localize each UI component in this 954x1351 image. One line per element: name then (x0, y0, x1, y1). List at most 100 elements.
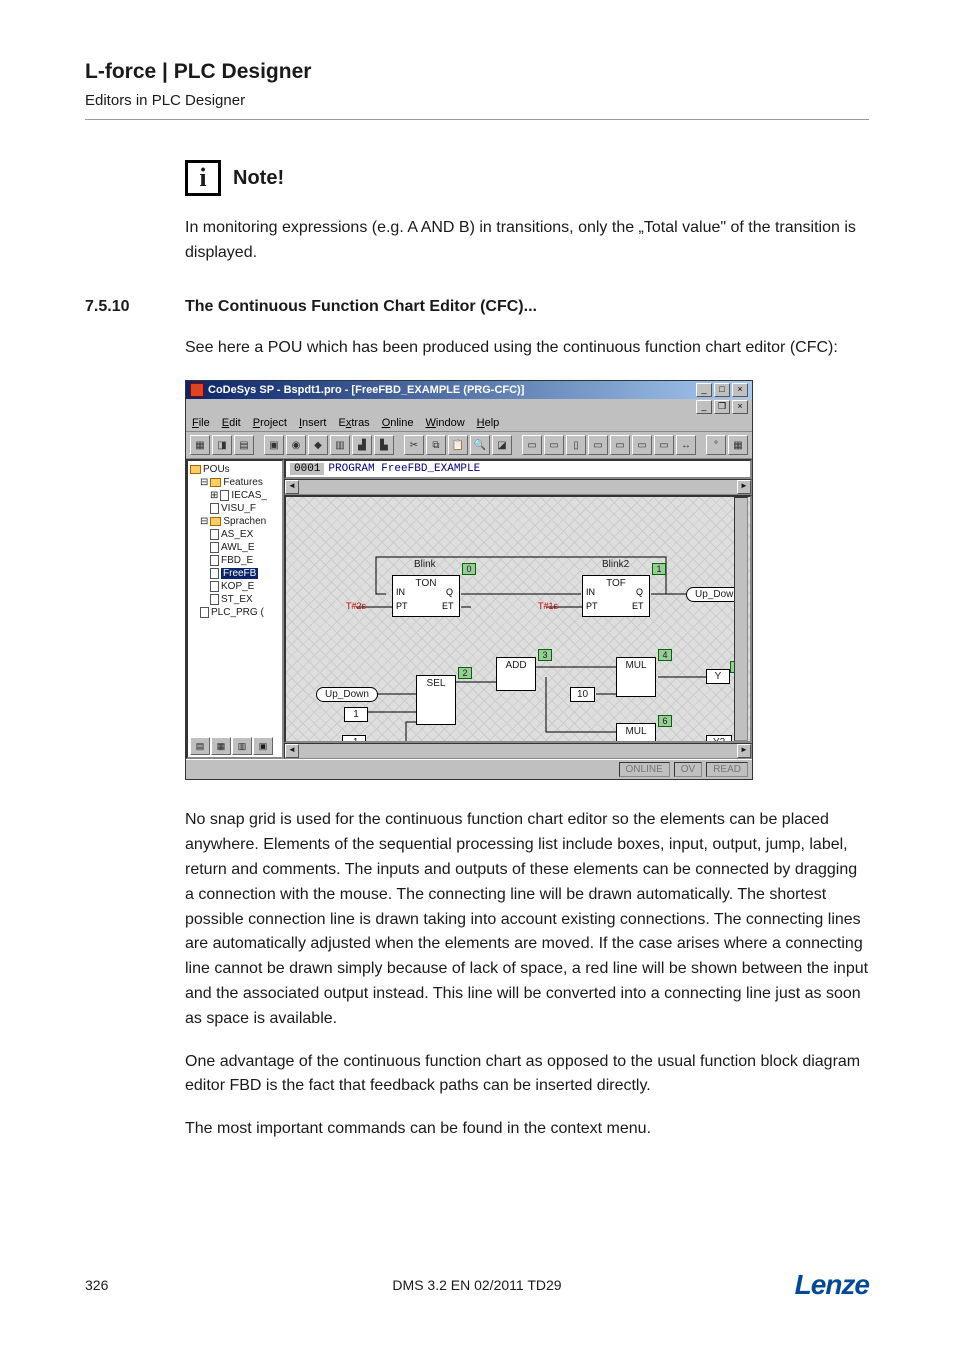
tree-folder[interactable]: Features (223, 477, 262, 488)
tree-tab[interactable]: ▦ (211, 737, 231, 755)
output-var[interactable]: Y2 (706, 735, 732, 743)
status-read: READ (706, 762, 748, 777)
tree-item[interactable]: AS_EX (221, 529, 253, 540)
toolbar-button[interactable]: ◪ (492, 435, 512, 455)
file-icon (210, 594, 219, 605)
tree-tab[interactable]: ▥ (232, 737, 252, 755)
block-mul[interactable]: MUL (616, 723, 656, 743)
toolbar-button[interactable]: ▥ (330, 435, 350, 455)
menu-insert[interactable]: Insert (299, 417, 327, 429)
toolbar-button[interactable]: ▭ (654, 435, 674, 455)
tree-item[interactable]: FBD_E (221, 555, 253, 566)
menu-window[interactable]: Window (426, 417, 465, 429)
block-sel[interactable]: SEL (416, 675, 456, 725)
block-mul[interactable]: MUL (616, 657, 656, 697)
toolbar-button[interactable]: ▦ (728, 435, 748, 455)
canvas-scrollbar[interactable]: ◄ ► (284, 743, 752, 759)
tree-item[interactable]: ST_EX (221, 594, 253, 605)
toolbar-button[interactable]: ▭ (610, 435, 630, 455)
tree-item[interactable]: AWL_E (221, 542, 255, 553)
doc-title: L-force | PLC Designer (85, 60, 869, 84)
pin-et: ET (442, 601, 454, 611)
child-restore-button[interactable]: ❐ (714, 400, 730, 414)
toolbar-button[interactable]: ▙ (374, 435, 394, 455)
toolbar-button[interactable]: ↔ (676, 435, 696, 455)
file-icon (210, 503, 219, 514)
toolbar-button[interactable]: ◉ (286, 435, 306, 455)
app-window: CoDeSys SP - Bspdt1.pro - [FreeFBD_EXAMP… (185, 380, 753, 780)
page-footer: 326 DMS 3.2 EN 02/2011 TD29 Lenze (85, 1269, 869, 1301)
block-title: Blink (414, 559, 436, 570)
section-title: The Continuous Function Chart Editor (CF… (185, 298, 537, 316)
minimize-button[interactable]: _ (696, 383, 712, 397)
toolbar-button[interactable]: ▯ (566, 435, 586, 455)
toolbar-button[interactable]: ▤ (234, 435, 254, 455)
output-var[interactable]: Y (706, 669, 730, 684)
menu-edit[interactable]: Edit (222, 417, 241, 429)
folder-icon (190, 465, 201, 474)
scroll-left-icon[interactable]: ◄ (285, 744, 299, 758)
pin-pt: PT (396, 601, 408, 611)
intro-text: See here a POU which has been produced u… (185, 336, 869, 361)
tree-item[interactable]: KOP_E (221, 581, 254, 592)
decl-scrollbar[interactable]: ◄ ► (284, 479, 752, 495)
toolbar-button[interactable]: ▭ (588, 435, 608, 455)
toolbar-button[interactable]: ◨ (212, 435, 232, 455)
child-minimize-button[interactable]: _ (696, 400, 712, 414)
file-icon (200, 607, 209, 618)
menu-project[interactable]: Project (253, 417, 287, 429)
input-const[interactable]: 1 (344, 707, 368, 722)
close-button[interactable]: × (732, 383, 748, 397)
toolbar-button[interactable]: ▟ (352, 435, 372, 455)
tree-item[interactable]: PLC_PRG ( (211, 607, 264, 618)
toolbar-button[interactable]: ▭ (544, 435, 564, 455)
file-icon (210, 529, 219, 540)
vertical-scrollbar[interactable] (734, 497, 748, 741)
toolbar-button[interactable]: ▦ (190, 435, 210, 455)
toolbar-copy[interactable]: ⧉ (426, 435, 446, 455)
project-tree[interactable]: POUs ⊟Features ⊞IECAS_ VISU_F ⊟Sprachen … (186, 459, 284, 759)
menu-help[interactable]: Help (477, 417, 500, 429)
input-const[interactable]: 10 (570, 687, 595, 702)
exec-order-badge: 0 (462, 563, 476, 575)
note-heading: Note! (233, 167, 284, 190)
tree-folder[interactable]: Sprachen (223, 516, 266, 527)
tree-tab[interactable]: ▣ (253, 737, 273, 755)
scroll-right-icon[interactable]: ► (737, 744, 751, 758)
scroll-right-icon[interactable]: ► (737, 480, 751, 494)
tree-item-selected[interactable]: FreeFB (221, 568, 258, 579)
info-icon: i (185, 160, 221, 196)
tree-item[interactable]: VISU_F (221, 503, 256, 514)
file-icon (210, 542, 219, 553)
menu-extras[interactable]: Extras (339, 417, 370, 429)
toolbar-find[interactable]: 🔍 (470, 435, 490, 455)
maximize-button[interactable]: □ (714, 383, 730, 397)
child-close-button[interactable]: × (732, 400, 748, 414)
tree-root[interactable]: POUs (203, 464, 230, 475)
input-value[interactable]: T#1s (538, 601, 558, 611)
toolbar-button[interactable]: ▭ (632, 435, 652, 455)
scroll-left-icon[interactable]: ◄ (285, 480, 299, 494)
status-bar: ONLINE OV READ (186, 759, 752, 779)
pin-et: ET (632, 601, 644, 611)
tree-tab[interactable]: ▤ (190, 737, 210, 755)
block-add[interactable]: ADD (496, 657, 536, 691)
menu-online[interactable]: Online (382, 417, 414, 429)
input-const[interactable]: -1 (342, 735, 366, 743)
declaration-area[interactable]: 0001 PROGRAM FreeFBD_EXAMPLE (284, 459, 752, 479)
toolbar-button[interactable]: ▭ (522, 435, 542, 455)
toolbar-button[interactable]: ▣ (264, 435, 284, 455)
toolbar-cut[interactable]: ✂ (404, 435, 424, 455)
cfc-canvas[interactable]: Blink TON 0 IN PT Q ET T#2s Blink2 TOF 1… (284, 495, 752, 743)
file-icon (210, 555, 219, 566)
section-number: 7.5.10 (85, 298, 157, 316)
toolbar-paste[interactable]: 📋 (448, 435, 468, 455)
tree-item[interactable]: IECAS_ (231, 490, 267, 501)
input-var[interactable]: Up_Down (316, 687, 378, 702)
toolbar-button[interactable]: ° (706, 435, 726, 455)
menu-file[interactable]: File (192, 417, 210, 429)
toolbar-button[interactable]: ◆ (308, 435, 328, 455)
app-icon (190, 383, 204, 397)
input-value[interactable]: T#2s (346, 601, 366, 611)
title-bar[interactable]: CoDeSys SP - Bspdt1.pro - [FreeFBD_EXAMP… (186, 381, 752, 399)
